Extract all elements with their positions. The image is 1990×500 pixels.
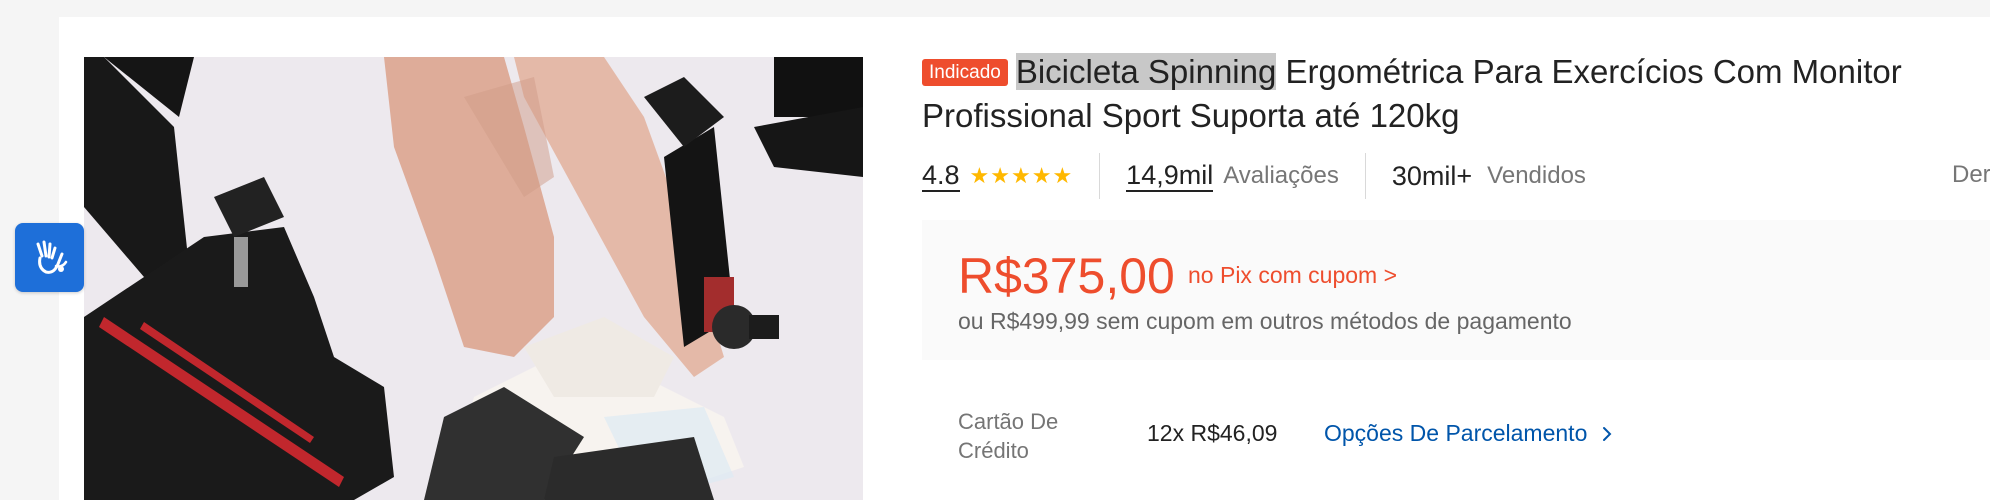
title-highlight: Bicicleta Spinning: [1015, 53, 1277, 90]
price-value: R$375,00: [958, 248, 1175, 304]
pix-coupon-link[interactable]: no Pix com cupom >: [1188, 262, 1397, 289]
sold-label: Vendidos: [1487, 162, 1586, 189]
reviews-label: Avaliações: [1223, 162, 1339, 189]
rating-stars-icon: ★★★★★: [969, 163, 1074, 188]
product-title: Indicado Bicicleta Spinning Ergométrica P…: [922, 50, 1990, 138]
divider: [1099, 153, 1101, 199]
reviews-count[interactable]: 14,9mil: [1126, 160, 1214, 192]
installment-value: 12x R$46,09: [1147, 420, 1278, 446]
sign-language-hands-icon: [36, 240, 67, 274]
rating-value[interactable]: 4.8: [922, 160, 960, 192]
installment-options-label: Opções De Parcelamento: [1324, 420, 1588, 446]
product-info: Indicado Bicicleta Spinning Ergométrica P…: [922, 50, 1990, 463]
installment-options-link[interactable]: Opções De Parcelamento: [1324, 420, 1614, 447]
divider: [1364, 153, 1366, 199]
accessibility-sign-language-button[interactable]: [15, 223, 84, 292]
chevron-right-icon: [1602, 427, 1612, 441]
recommended-badge: Indicado: [922, 59, 1008, 86]
report-link[interactable]: Der: [1952, 161, 1990, 189]
other-payment-price: ou R$499,99 sem cupom em outros métodos …: [958, 308, 1572, 334]
product-stats: 4.8 ★★★★★ 14,9mil Avaliações 30mil+ Vend…: [922, 153, 1990, 199]
installment-label: Cartão De Crédito: [958, 409, 1059, 463]
sold-count: 30mil+: [1391, 160, 1473, 191]
product-main-image[interactable]: [84, 57, 863, 500]
price-section: R$375,00 no Pix com cupom > ou R$499,99 …: [922, 220, 1990, 360]
spinning-bike-photo: [84, 57, 863, 500]
